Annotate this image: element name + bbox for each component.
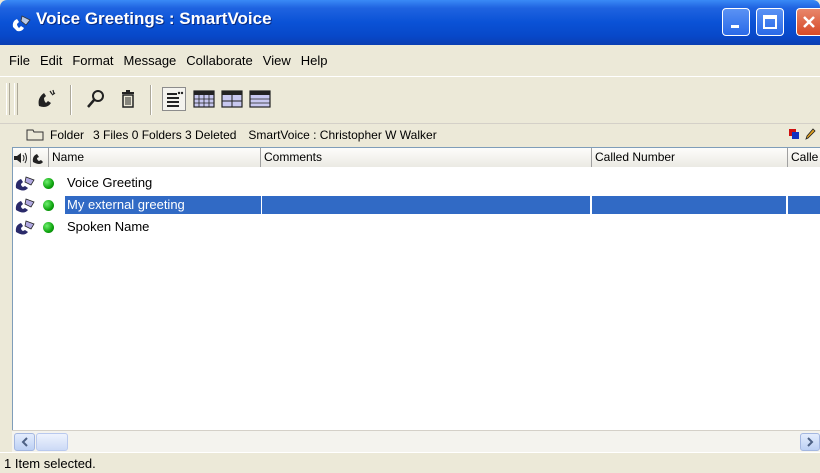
arrow-right-icon — [807, 437, 814, 447]
toolbar-grip[interactable] — [6, 83, 10, 115]
find-icon — [87, 90, 104, 108]
toolbar-separator — [150, 85, 152, 115]
voice-mail-icon — [12, 15, 31, 32]
calendar-day-button[interactable] — [248, 87, 272, 111]
header-caller[interactable]: Calle — [788, 148, 820, 167]
header-status[interactable] — [31, 148, 49, 167]
status-dot-icon — [43, 222, 54, 233]
details-view-button[interactable] — [162, 87, 186, 111]
copy-icon[interactable] — [788, 128, 800, 140]
close-icon — [802, 16, 815, 28]
scroll-right-button[interactable] — [800, 433, 820, 451]
menu-format[interactable]: Format — [69, 53, 120, 68]
scroll-left-button[interactable] — [14, 433, 35, 451]
item-name: Voice Greeting — [67, 175, 153, 190]
close-button[interactable] — [796, 8, 820, 36]
folder-location: SmartVoice : Christopher W Walker — [248, 127, 437, 142]
list-header: Name Comments Called Number Calle — [13, 148, 820, 167]
speaker-icon — [14, 152, 27, 164]
status-dot-icon — [43, 178, 54, 189]
list-item[interactable]: My external greeting — [13, 194, 820, 216]
menu-message[interactable]: Message — [121, 53, 184, 68]
maximize-icon — [763, 15, 777, 29]
item-name: My external greeting — [67, 197, 185, 212]
record-call-icon — [38, 89, 56, 107]
toolbar — [0, 76, 820, 120]
voicemail-phone-icon — [15, 176, 35, 191]
item-name: Spoken Name — [67, 219, 150, 234]
selection-highlight — [262, 196, 590, 214]
folder-icon — [26, 129, 44, 141]
menu-edit[interactable]: Edit — [37, 53, 69, 68]
voicemail-phone-icon — [15, 198, 35, 213]
toolbar-separator — [70, 85, 72, 115]
header-called-number[interactable]: Called Number — [592, 148, 788, 167]
folder-label: Folder — [50, 127, 85, 142]
minimize-icon — [731, 25, 739, 28]
find-button[interactable] — [84, 87, 108, 111]
header-audio[interactable] — [13, 148, 31, 167]
folder-summary: 3 Files 0 Folders 3 Deleted — [93, 127, 237, 142]
calendar-day-icon — [249, 90, 271, 108]
toolbar-grip-2[interactable] — [14, 83, 18, 115]
menu-bar: File Edit Format Message Collaborate Vie… — [0, 47, 820, 73]
selection-highlight — [788, 196, 820, 214]
header-name[interactable]: Name — [49, 148, 261, 167]
arrow-left-icon — [21, 437, 28, 447]
title-bar[interactable]: Voice Greetings : SmartVoice — [0, 0, 820, 45]
minimize-button[interactable] — [722, 8, 750, 36]
greetings-list[interactable]: Name Comments Called Number Calle Voice … — [12, 147, 820, 430]
maximize-button[interactable] — [756, 8, 784, 36]
record-call-button[interactable] — [34, 87, 58, 111]
menu-help[interactable]: Help — [298, 53, 335, 68]
calendar-week-icon — [221, 90, 243, 108]
folder-status-bar: Folder 3 Files 0 Folders 3 Deleted Smart… — [0, 123, 820, 145]
selection-highlight — [592, 196, 786, 214]
voicemail-phone-icon — [15, 220, 35, 235]
calendar-month-icon — [193, 90, 215, 108]
pencil-icon[interactable] — [804, 128, 816, 140]
delete-icon — [122, 90, 134, 108]
menu-file[interactable]: File — [6, 53, 37, 68]
status-text: 1 Item selected. — [4, 456, 96, 471]
phone-status-icon — [32, 154, 43, 164]
scroll-thumb[interactable] — [36, 433, 68, 451]
calendar-week-button[interactable] — [220, 87, 244, 111]
menu-collaborate[interactable]: Collaborate — [183, 53, 260, 68]
header-comments[interactable]: Comments — [261, 148, 592, 167]
calendar-month-button[interactable] — [192, 87, 216, 111]
horizontal-scrollbar[interactable] — [12, 430, 820, 452]
details-view-icon — [167, 91, 184, 107]
status-dot-icon — [43, 200, 54, 211]
delete-button[interactable] — [116, 87, 140, 111]
list-item[interactable]: Spoken Name — [13, 216, 820, 238]
status-bar: 1 Item selected. — [0, 452, 820, 473]
menu-view[interactable]: View — [260, 53, 298, 68]
list-item[interactable]: Voice Greeting — [13, 172, 820, 194]
window-title: Voice Greetings : SmartVoice — [36, 9, 272, 28]
